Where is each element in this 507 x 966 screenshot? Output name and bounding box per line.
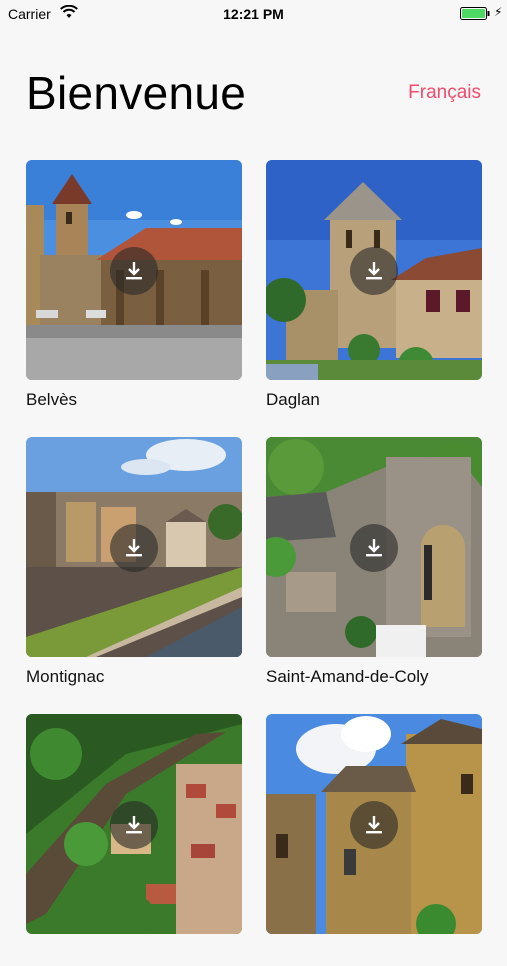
download-icon	[366, 816, 382, 834]
village-name: Daglan	[266, 390, 320, 409]
download-button[interactable]	[350, 801, 398, 849]
village-photo[interactable]	[266, 437, 482, 657]
battery-icon	[460, 7, 490, 20]
page-title: Bienvenue	[26, 67, 247, 119]
download-icon	[126, 539, 142, 557]
language-button[interactable]: Français	[408, 82, 481, 104]
download-button[interactable]	[110, 247, 158, 295]
village-photo[interactable]	[266, 160, 482, 380]
village-name: Montignac	[26, 667, 105, 686]
village-card[interactable]	[26, 714, 242, 966]
village-photo[interactable]	[26, 160, 242, 380]
download-icon	[366, 262, 382, 280]
village-card[interactable]	[266, 714, 482, 966]
download-button[interactable]	[110, 524, 158, 572]
village-name: Saint-Amand-de-Coly	[266, 667, 429, 686]
download-button[interactable]	[110, 801, 158, 849]
status-time: 12:21 PM	[223, 6, 284, 22]
status-bar: Carrier 12:21 PM ⚡	[0, 0, 507, 28]
charging-icon: ⚡	[494, 5, 503, 19]
village-photo[interactable]	[26, 714, 242, 934]
village-photo[interactable]	[266, 714, 482, 934]
village-name: Belvès	[26, 390, 78, 409]
download-icon	[366, 539, 382, 557]
village-name	[26, 942, 242, 966]
village-photo[interactable]	[26, 437, 242, 657]
download-icon	[126, 262, 142, 280]
village-card[interactable]: Daglan	[266, 160, 482, 412]
download-button[interactable]	[350, 524, 398, 572]
village-name	[266, 942, 482, 966]
download-button[interactable]	[350, 247, 398, 295]
village-card[interactable]: Saint-Amand-de-Coly	[266, 437, 482, 689]
download-icon	[126, 816, 142, 834]
village-card[interactable]: Montignac	[26, 437, 242, 689]
village-card[interactable]: Belvès	[26, 160, 242, 412]
